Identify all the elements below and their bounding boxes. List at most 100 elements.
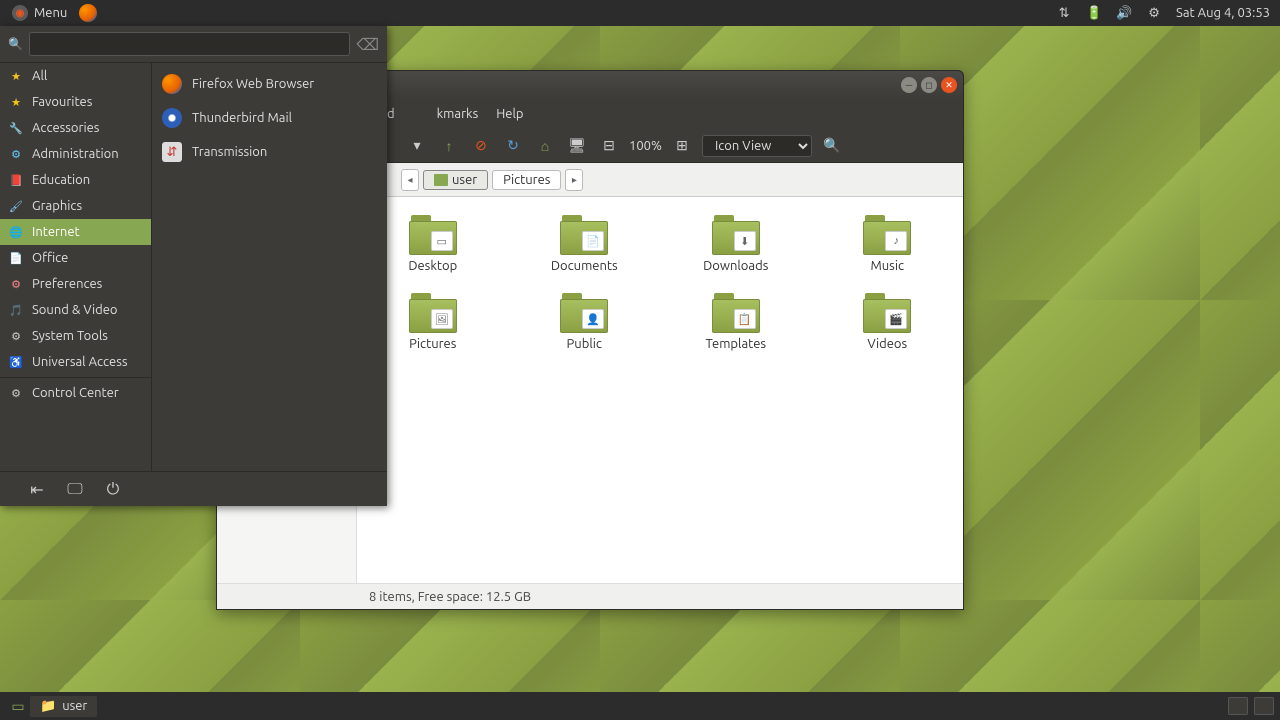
app-item-firefox-web-browser[interactable]: Firefox Web Browser xyxy=(152,67,387,101)
folder-templates[interactable]: 📋 Templates xyxy=(680,293,792,351)
favourites-icon: ★ xyxy=(8,94,24,110)
home-icon[interactable]: ⌂ xyxy=(533,134,557,158)
search-icon[interactable]: 🔍 xyxy=(820,134,844,158)
status-text: 8 items, Free space: 12.5 GB xyxy=(369,590,531,604)
menubar-item-partial[interactable]: d xyxy=(387,107,395,121)
reload-icon[interactable]: ↻ xyxy=(501,134,525,158)
category-item-accessories[interactable]: 🔧Accessories xyxy=(0,115,151,141)
accessories-icon: 🔧 xyxy=(8,120,24,136)
folder-label: Public xyxy=(567,337,602,351)
internet-icon: 🌐 xyxy=(8,224,24,240)
volume-icon[interactable]: 🔊 xyxy=(1116,5,1132,21)
path-segment-pictures[interactable]: Pictures xyxy=(492,170,561,190)
category-item-control-center[interactable]: ⚙Control Center xyxy=(0,380,151,406)
universal-access-icon: ♿ xyxy=(8,354,24,370)
control-center-icon: ⚙ xyxy=(8,385,24,401)
menu-button[interactable]: ◉ Menu xyxy=(4,1,75,25)
statusbar: 8 items, Free space: 12.5 GB xyxy=(217,583,963,609)
zoom-level: 100% xyxy=(629,139,662,153)
category-item-graphics[interactable]: 🖌Graphics xyxy=(0,193,151,219)
category-item-sound-video[interactable]: 🎵Sound & Video xyxy=(0,297,151,323)
category-item-favourites[interactable]: ★Favourites xyxy=(0,89,151,115)
system-tools-icon: ⚙ xyxy=(8,328,24,344)
category-item-universal-access[interactable]: ♿Universal Access xyxy=(0,349,151,375)
category-item-office[interactable]: 📄Office xyxy=(0,245,151,271)
home-mini-icon xyxy=(434,174,448,186)
administration-icon: ⚙ xyxy=(8,146,24,162)
folder-label: Music xyxy=(870,259,904,273)
icon-grid[interactable]: ▭ Desktop 📄 Documents ⬇ Downloads ♪ Musi… xyxy=(357,197,963,583)
computer-icon[interactable]: 🖥 xyxy=(565,134,589,158)
education-icon: 📕 xyxy=(8,172,24,188)
taskbar-window-title: user xyxy=(62,699,87,713)
folder-label: Desktop xyxy=(408,259,457,273)
lock-screen-icon[interactable]: 🖵 xyxy=(66,480,84,498)
network-icon[interactable]: ⇅ xyxy=(1056,5,1072,21)
category-item-internet[interactable]: 🌐Internet xyxy=(0,219,151,245)
folder-documents[interactable]: 📄 Documents xyxy=(529,215,641,273)
folder-icon: ♪ xyxy=(863,215,911,255)
folder-music[interactable]: ♪ Music xyxy=(832,215,944,273)
battery-icon[interactable]: 🔋 xyxy=(1086,5,1102,21)
menu-search-input[interactable] xyxy=(29,32,350,56)
preferences-icon: ⚙ xyxy=(8,276,24,292)
power-icon[interactable]: ⏻ xyxy=(104,480,122,498)
menubar-bookmarks[interactable]: kmarks xyxy=(437,107,479,121)
folder-label: Templates xyxy=(705,337,766,351)
up-arrow-icon[interactable]: ↑ xyxy=(437,134,461,158)
path-forward-icon[interactable]: ▸ xyxy=(565,169,583,191)
path-back-icon[interactable]: ◂ xyxy=(401,169,419,191)
zoom-out-icon[interactable]: ⊟ xyxy=(597,134,621,158)
folder-public[interactable]: 👤 Public xyxy=(529,293,641,351)
stop-icon[interactable]: ⊘ xyxy=(469,134,493,158)
folder-icon: 📁 xyxy=(40,699,56,714)
menubar-help[interactable]: Help xyxy=(496,107,523,121)
category-item-system-tools[interactable]: ⚙System Tools xyxy=(0,323,151,349)
show-desktop-icon[interactable]: ▭ xyxy=(6,694,30,718)
trash-icon[interactable] xyxy=(1254,697,1274,715)
folder-videos[interactable]: 🎬 Videos xyxy=(832,293,944,351)
workspace-switcher-icon[interactable] xyxy=(1228,697,1248,715)
minimize-button[interactable]: ─ xyxy=(901,77,917,93)
folder-label: Videos xyxy=(867,337,907,351)
dropdown-arrow-icon[interactable]: ▾ xyxy=(405,134,429,158)
app-list: Firefox Web BrowserThunderbird Mail⇵Tran… xyxy=(152,63,387,471)
firefox-icon xyxy=(162,74,182,94)
thunderbird-icon xyxy=(162,108,182,128)
menu-label: Menu xyxy=(34,6,67,20)
category-list: ★All★Favourites🔧Accessories⚙Administrati… xyxy=(0,63,152,471)
sound-video-icon: 🎵 xyxy=(8,302,24,318)
firefox-launcher-icon[interactable] xyxy=(79,4,97,22)
folder-label: Pictures xyxy=(409,337,456,351)
office-icon: 📄 xyxy=(8,250,24,266)
settings-gear-icon[interactable]: ⚙ xyxy=(1146,5,1162,21)
clear-search-icon[interactable]: ⌫ xyxy=(356,35,379,54)
folder-label: Downloads xyxy=(703,259,768,273)
folder-icon: ▭ xyxy=(409,215,457,255)
folder-downloads[interactable]: ⬇ Downloads xyxy=(680,215,792,273)
zoom-in-icon[interactable]: ⊞ xyxy=(670,134,694,158)
category-item-administration[interactable]: ⚙Administration xyxy=(0,141,151,167)
clock-label[interactable]: Sat Aug 4, 03:53 xyxy=(1176,6,1270,20)
maximize-button[interactable]: ◻ xyxy=(921,77,937,93)
transmission-icon: ⇵ xyxy=(162,142,182,162)
top-panel: ◉ Menu ⇅ 🔋 🔊 ⚙ Sat Aug 4, 03:53 xyxy=(0,0,1280,26)
graphics-icon: 🖌 xyxy=(8,198,24,214)
folder-icon: 🖼 xyxy=(409,293,457,333)
folder-desktop[interactable]: ▭ Desktop xyxy=(377,215,489,273)
category-item-all[interactable]: ★All xyxy=(0,63,151,89)
folder-icon: ⬇ xyxy=(712,215,760,255)
app-item-thunderbird-mail[interactable]: Thunderbird Mail xyxy=(152,101,387,135)
logout-icon[interactable]: ⇤ xyxy=(28,480,46,498)
category-item-preferences[interactable]: ⚙Preferences xyxy=(0,271,151,297)
taskbar-window-entry[interactable]: 📁 user xyxy=(30,696,97,717)
app-item-transmission[interactable]: ⇵Transmission xyxy=(152,135,387,169)
all-icon: ★ xyxy=(8,68,24,84)
folder-label: Documents xyxy=(551,259,618,273)
folder-pictures[interactable]: 🖼 Pictures xyxy=(377,293,489,351)
close-button[interactable]: ✕ xyxy=(941,77,957,93)
category-item-education[interactable]: 📕Education xyxy=(0,167,151,193)
folder-icon: 👤 xyxy=(560,293,608,333)
path-segment-user[interactable]: user xyxy=(423,170,488,190)
view-mode-select[interactable]: Icon View xyxy=(702,135,812,157)
